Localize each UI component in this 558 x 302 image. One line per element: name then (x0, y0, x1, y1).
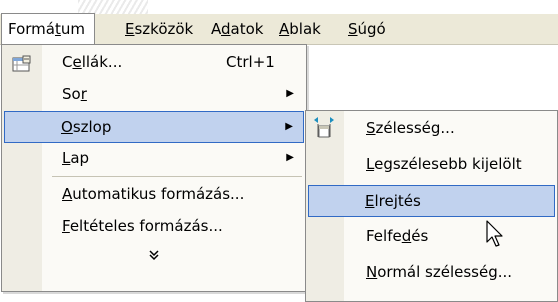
menu-bar: Formátum Eszközök Adatok Ablak Súgó (0, 13, 558, 45)
submenu-arrow-icon: ▶ (286, 88, 294, 99)
column-submenu: Szélesség... Legszélesebb kijelölt Elrej… (305, 110, 558, 302)
format-menu: Cellák... Ctrl+1 Sor ▶ Oszlop ▶ Lap ▶ Au… (1, 44, 307, 292)
menu-item-autoformat[interactable]: Automatikus formázás... (4, 179, 304, 209)
submenu-item-unhide[interactable]: Felfedés (308, 221, 555, 251)
menu-separator (52, 176, 302, 177)
submenu-item-standard-width[interactable]: Normál szélesség... (308, 257, 555, 287)
menu-item-conditional-format[interactable]: Feltételes formázás... (4, 211, 304, 241)
menu-item-column[interactable]: Oszlop ▶ (4, 111, 304, 143)
menu-tools[interactable]: Eszközök (118, 14, 200, 44)
submenu-item-autofit[interactable]: Legszélesebb kijelölt (308, 149, 555, 179)
submenu-arrow-icon: ▶ (285, 121, 293, 132)
background-decoration (78, 0, 148, 14)
menu-window[interactable]: Ablak (272, 14, 328, 44)
menu-data[interactable]: Adatok (204, 14, 270, 44)
column-width-icon (312, 115, 334, 138)
menu-item-cells[interactable]: Cellák... Ctrl+1 (4, 47, 304, 77)
menu-help[interactable]: Súgó (341, 14, 393, 44)
submenu-arrow-icon: ▶ (286, 152, 294, 163)
submenu-item-hide[interactable]: Elrejtés (308, 185, 555, 217)
menu-item-sheet[interactable]: Lap ▶ (4, 143, 304, 173)
format-cells-icon (12, 53, 32, 72)
menu-item-row[interactable]: Sor ▶ (4, 79, 304, 109)
submenu-item-width[interactable]: Szélesség... (308, 113, 555, 143)
menu-format[interactable]: Formátum (1, 13, 95, 44)
shortcut-cells: Ctrl+1 (226, 53, 275, 71)
expand-menu-chevron-icon[interactable] (2, 243, 306, 273)
mouse-pointer-icon (486, 220, 506, 252)
